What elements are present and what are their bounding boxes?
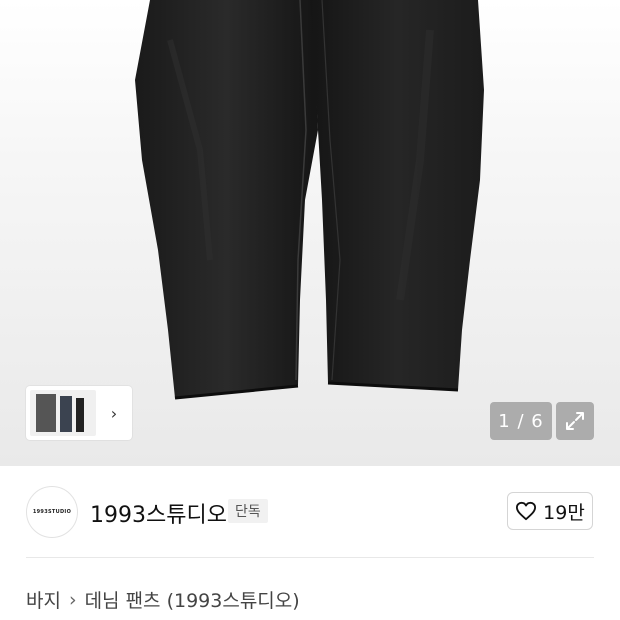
- like-count: 19만: [543, 501, 585, 524]
- like-button[interactable]: 19만: [507, 492, 593, 530]
- divider: [26, 557, 594, 558]
- image-counter: 1 / 6: [490, 402, 552, 440]
- product-image-gallery[interactable]: › 1 / 6: [0, 0, 620, 466]
- chevron-right-icon: ›: [68, 588, 77, 611]
- breadcrumb: 바지 › 데님 팬츠 (1993스튜디오): [26, 586, 300, 613]
- expand-button[interactable]: [556, 402, 594, 440]
- chevron-right-icon[interactable]: ›: [96, 404, 132, 423]
- exclusive-badge: 단독: [228, 499, 268, 523]
- brand-row: 1993STUDIO 1993스튜디오 단독 19만: [0, 466, 620, 558]
- thumbnail-image[interactable]: [30, 390, 96, 436]
- breadcrumb-item-subcategory[interactable]: 데님 팬츠 (1993스튜디오): [85, 586, 300, 613]
- heart-outline-icon: [516, 501, 537, 521]
- brand-logo-text: 1993STUDIO: [32, 509, 72, 515]
- breadcrumb-item-category[interactable]: 바지: [26, 586, 61, 613]
- expand-icon: [566, 412, 584, 430]
- thumbnail-pants-icon: [36, 394, 84, 432]
- brand-logo[interactable]: 1993STUDIO: [26, 486, 78, 538]
- thumbnail-strip[interactable]: ›: [26, 386, 132, 440]
- brand-name-link[interactable]: 1993스튜디오: [90, 497, 227, 529]
